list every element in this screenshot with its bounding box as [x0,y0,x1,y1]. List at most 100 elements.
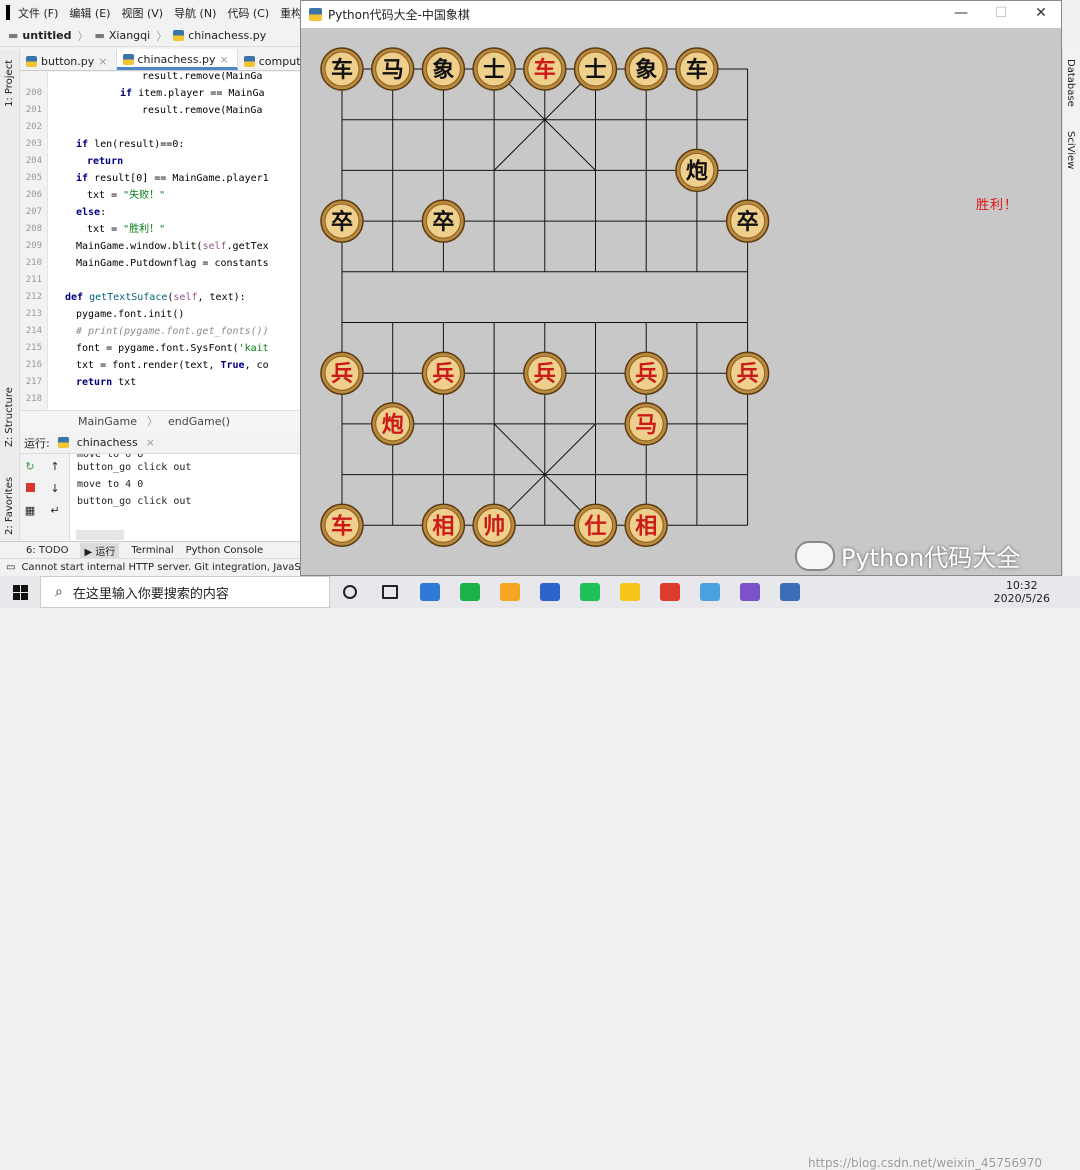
chess-piece[interactable]: 车 [675,47,719,91]
menu-file[interactable]: 文件 (F) [18,5,58,21]
code-line: MainGame.window.blit(self.getTex [76,238,269,255]
menu-navigate[interactable]: 导航 (N) [174,5,216,21]
chess-piece[interactable]: 兵 [421,351,466,395]
code-token: result.remove(MainGa [142,72,263,82]
chess-piece[interactable]: 炮 [370,402,415,446]
rerun-icon[interactable]: ↻ [23,460,37,474]
code-breadcrumb-method[interactable]: endGame() [168,415,230,428]
code-line: font = pygame.font.SysFont('kait [76,340,269,357]
chevron-right-icon: 〉 [147,415,159,428]
taskbar-app-icon[interactable] [610,576,650,608]
pygame-icon [309,8,322,21]
tab-button-py[interactable]: button.py × [20,49,117,70]
code-breadcrumb-class[interactable]: MainGame [78,415,137,428]
piece-label: 车 [686,57,708,83]
taskbar-app-icon[interactable] [770,576,810,608]
app-icon [540,583,560,601]
start-button[interactable] [0,576,40,608]
close-icon[interactable]: × [146,436,155,449]
run-tab[interactable]: chinachess [77,436,138,449]
chess-piece[interactable]: 卒 [421,199,466,243]
close-icon[interactable]: × [98,55,107,68]
code-token: len(result)==0: [94,139,185,150]
menu-code[interactable]: 代码 (C) [227,5,269,21]
taskbar-app-icon[interactable] [490,576,530,608]
minimize-icon[interactable]: — [951,5,971,21]
chess-piece[interactable]: 仕 [573,503,618,548]
code-editor[interactable]: result.remove(MainGa if item.player == Ma… [48,72,300,410]
code-token: item.player == MainGa [138,88,265,99]
favorites-tool-button[interactable]: 2: Favorites [4,477,15,535]
piece-label: 卒 [432,209,454,235]
chess-piece[interactable]: 马 [370,47,415,91]
chess-piece[interactable]: 士 [472,47,516,91]
cortana-icon[interactable] [330,576,370,608]
structure-tool-button[interactable]: Z: Structure [4,387,15,447]
scroll-up-icon[interactable]: ↑ [48,460,62,474]
run-console[interactable]: move to 6 8 button_go click out move to … [70,454,300,541]
breadcrumb-file[interactable]: chinachess.py [188,29,266,42]
console-scrollbar[interactable] [76,530,124,540]
layout-icon[interactable]: ▦ [23,504,37,518]
chess-piece[interactable]: 兵 [725,351,770,395]
tab-run[interactable]: ▶ 运行 [80,542,120,558]
task-view-icon[interactable] [370,576,410,608]
taskbar-app-icon[interactable] [730,576,770,608]
project-tool-button[interactable]: 1: Project [4,60,15,107]
taskbar-app-icon[interactable] [650,576,690,608]
stop-icon[interactable] [23,482,37,496]
chess-piece[interactable]: 卒 [725,199,770,243]
taskbar-clock[interactable]: 10:32 2020/5/26 [994,576,1050,608]
chess-piece[interactable]: 马 [624,402,668,446]
taskbar-app-icon[interactable] [530,576,570,608]
chess-piece[interactable]: 卒 [320,199,364,243]
maximize-icon[interactable]: ☐ [991,5,1011,21]
tab-terminal[interactable]: Terminal [131,545,173,556]
line-number: 201 [25,105,42,115]
chess-piece[interactable]: 车 [523,47,567,91]
wrap-icon[interactable]: ↵ [48,504,62,518]
sciview-tool-button[interactable]: SciView [1065,131,1076,169]
chess-piece[interactable]: 象 [624,47,668,91]
taskbar-app-icon[interactable] [450,576,490,608]
piece-label: 相 [432,513,454,539]
piece-label: 炮 [382,412,404,438]
tab-computer-py[interactable]: computer.py [238,49,300,70]
code-line: txt = "胜利！" [87,221,165,238]
tab-todo[interactable]: 6: TODO [26,545,68,556]
chess-piece[interactable]: 帅 [472,503,516,548]
piece-label: 车 [331,57,353,83]
chess-piece[interactable]: 相 [624,503,668,548]
chess-board[interactable]: 车马象士车士象车炮卒卒卒兵兵兵兵兵炮 马车相帅仕相 [301,28,1061,577]
taskbar-search[interactable]: ⌕ 在这里输入你要搜索的内容 [40,576,330,608]
close-icon[interactable]: ✕ [1031,5,1051,21]
status-message[interactable]: Cannot start internal HTTP server. Git i… [21,562,300,573]
breadcrumb-project[interactable]: untitled [22,29,71,42]
chess-piece[interactable]: 兵 [624,351,668,395]
code-line: if item.player == MainGa [120,85,265,102]
scroll-down-icon[interactable]: ↓ [48,482,62,496]
left-tool-strip: 1: Project Z: Structure 2: Favorites [0,49,20,541]
code-token: txt = [87,190,124,201]
menu-refactor[interactable]: 重构 (R) [280,5,300,21]
chess-piece[interactable]: 兵 [523,351,567,395]
tab-python-console[interactable]: Python Console [186,545,264,556]
chess-piece[interactable]: 车 [320,503,364,548]
chess-piece[interactable]: 相 [421,503,466,548]
database-tool-button[interactable]: Database [1065,59,1076,107]
taskbar-app-icon[interactable] [690,576,730,608]
menu-view[interactable]: 视图 (V) [121,5,163,21]
chess-piece[interactable]: 炮 [675,148,719,193]
line-number: 217 [25,377,42,387]
chess-piece[interactable]: 车 [320,47,364,91]
chess-piece[interactable]: 兵 [320,351,364,395]
menu-edit[interactable]: 编辑 (E) [69,5,110,21]
taskbar-app-icon[interactable] [410,576,450,608]
breadcrumb-folder[interactable]: Xiangqi [109,29,150,42]
chess-piece[interactable]: 象 [421,47,466,91]
code-line: else: [76,204,106,221]
taskbar-app-icon[interactable] [570,576,610,608]
tab-chinachess-py[interactable]: chinachess.py × [116,49,238,70]
close-icon[interactable]: × [220,53,229,66]
chess-piece[interactable]: 士 [573,47,618,91]
